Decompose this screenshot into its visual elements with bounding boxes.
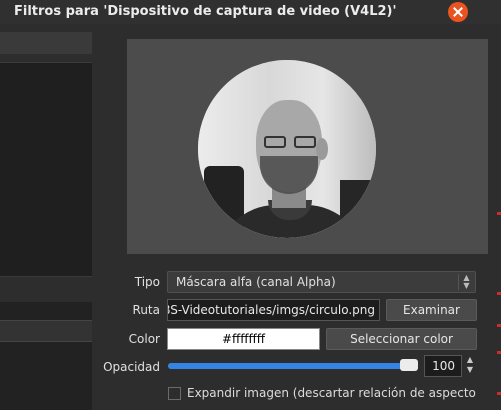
color-value-field: #ffffffff [167,328,320,350]
background-red-mark [497,351,501,354]
filters-dialog: Tipo Máscara alfa (canal Alpha) ▲ ▼ Ruta … [0,24,501,410]
window-title: Filtros para 'Dispositivo de captura de … [14,4,397,19]
background-red-mark [497,212,501,215]
color-label: Color [128,332,160,346]
spin-arrows-icon[interactable]: ▲ ▼ [463,355,477,377]
preview-area [127,39,489,254]
examinar-button[interactable]: Examinar [386,299,477,321]
close-icon[interactable] [448,2,468,22]
ruta-label: Ruta [132,303,160,317]
background-red-mark [497,324,501,327]
filter-list-header [0,32,92,54]
right-edge [488,39,501,410]
opacidad-label: Opacidad [103,360,160,374]
tipo-select[interactable]: Máscara alfa (canal Alpha) ▲ ▼ [167,271,476,293]
ruta-field[interactable]: ABS-Videotutoriales/imgs/circulo.png [167,299,380,321]
opacidad-slider[interactable] [168,363,418,369]
filter-list[interactable] [0,62,92,280]
opacidad-spinbox[interactable]: 100 [424,355,462,377]
background-red-mark [497,392,501,395]
masked-video-preview [198,60,376,238]
select-color-button[interactable]: Seleccionar color [326,328,477,350]
combo-arrows-icon: ▲ ▼ [458,274,472,290]
tipo-select-value: Máscara alfa (canal Alpha) [176,275,336,289]
background-red-mark [497,292,501,295]
title-bar: Filtros para 'Dispositivo de captura de … [0,0,501,24]
tipo-label: Tipo [134,275,160,289]
effect-filter-row[interactable] [0,320,92,342]
expandir-checkbox[interactable] [168,387,181,400]
filter-list-separator [0,276,92,294]
opacidad-slider-fill [168,363,418,369]
opacidad-slider-handle[interactable] [400,359,418,371]
ruta-field-value: ABS-Videotutoriales/imgs/circulo.png [167,303,375,317]
effect-filter-list[interactable] [0,302,92,410]
expandir-label: Expandir imagen (descartar relación de a… [187,386,477,400]
